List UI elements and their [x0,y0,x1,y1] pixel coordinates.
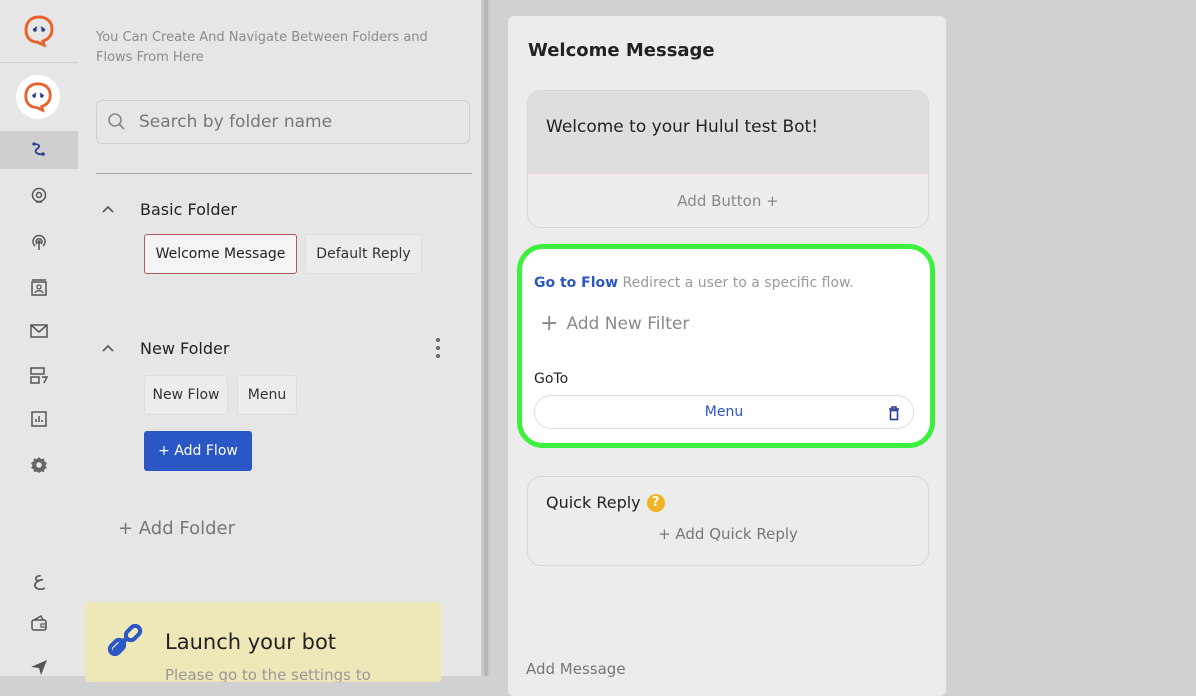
wallet-icon[interactable] [0,604,78,642]
launch-bot-banner[interactable]: Launch your bot Please go to the setting… [85,602,441,682]
add-message-button[interactable]: Add Message [526,660,626,678]
add-filter-label: Add New Filter [566,313,690,334]
flow-chip-menu[interactable]: Menu [237,375,297,415]
search-icon [108,113,125,130]
goto-description-text: Redirect a user to a specific flow. [622,275,854,291]
add-filter-button[interactable]: + Add New Filter [540,311,689,336]
bot-settings-icon[interactable] [0,177,78,215]
folder-basic[interactable]: Basic Folder [100,197,237,221]
message-text[interactable]: Welcome to your Hulul test Bot! [528,91,928,173]
folder-name: New Folder [140,338,230,358]
folder-new[interactable]: New Folder [100,336,229,360]
panel-hint: You Can Create And Navigate Between Fold… [96,30,428,65]
settings-icon[interactable] [0,446,78,484]
add-flow-button[interactable]: + Add Flow [144,431,252,471]
language-icon[interactable]: ع [0,559,78,597]
quick-reply-label: Quick Reply ? [546,493,665,512]
trash-icon[interactable] [887,405,901,421]
folder-panel: You Can Create And Navigate Between Fold… [78,0,481,682]
flow-chip-default-reply[interactable]: Default Reply [305,234,422,274]
goto-flow-select[interactable]: Menu [534,395,914,429]
chevron-up-icon[interactable] [100,340,116,356]
send-icon[interactable] [0,648,78,686]
quick-reply-title: Quick Reply [546,493,641,512]
flow-chip-new-flow[interactable]: New Flow [144,375,228,415]
plus-icon: + [540,311,559,336]
panel-scrollbar[interactable] [481,0,490,676]
add-button-link[interactable]: Add Button + [528,173,928,227]
help-icon[interactable]: ? [646,493,665,512]
scrollbar-thumb[interactable] [484,0,488,676]
left-rail: ع [0,0,78,676]
message-card: Welcome to your Hulul test Bot! Add Butt… [527,90,929,228]
more-options-icon[interactable] [432,335,444,363]
inbox-icon[interactable] [0,312,78,350]
analytics-icon[interactable] [0,400,78,438]
launch-subtitle: Please go to the settings to [165,666,371,682]
goto-flow-card: Go to Flow Redirect a user to a specific… [517,244,935,448]
add-quick-reply-button[interactable]: + Add Quick Reply [528,525,928,543]
contacts-icon[interactable] [0,269,78,307]
flow-chip-welcome-message[interactable]: Welcome Message [144,234,297,274]
goto-description: Go to Flow Redirect a user to a specific… [534,275,854,291]
folder-search[interactable] [96,100,470,144]
hulul-logo-icon[interactable] [22,14,56,48]
broadcast-icon[interactable] [0,223,78,261]
search-input[interactable] [137,111,461,133]
selected-flow: Menu [704,404,744,420]
flow-editor: Welcome Message Welcome to your Hulul te… [508,16,946,696]
editor-title: Welcome Message [528,40,715,61]
templates-icon[interactable] [0,356,78,394]
quick-reply-card: Quick Reply ? + Add Quick Reply [527,476,929,566]
goto-field-label: GoTo [534,371,569,387]
goto-flow-link[interactable]: Go to Flow [534,275,618,291]
panel-divider [96,173,472,174]
link-icon [107,623,143,657]
launch-title: Launch your bot [165,630,337,654]
folder-name: Basic Folder [140,199,237,219]
rail-separator [0,62,78,63]
add-folder-button[interactable]: + Add Folder [118,518,235,539]
bot-avatar-icon[interactable] [16,75,60,119]
chevron-up-icon[interactable] [100,201,116,217]
flow-icon[interactable] [0,131,78,169]
